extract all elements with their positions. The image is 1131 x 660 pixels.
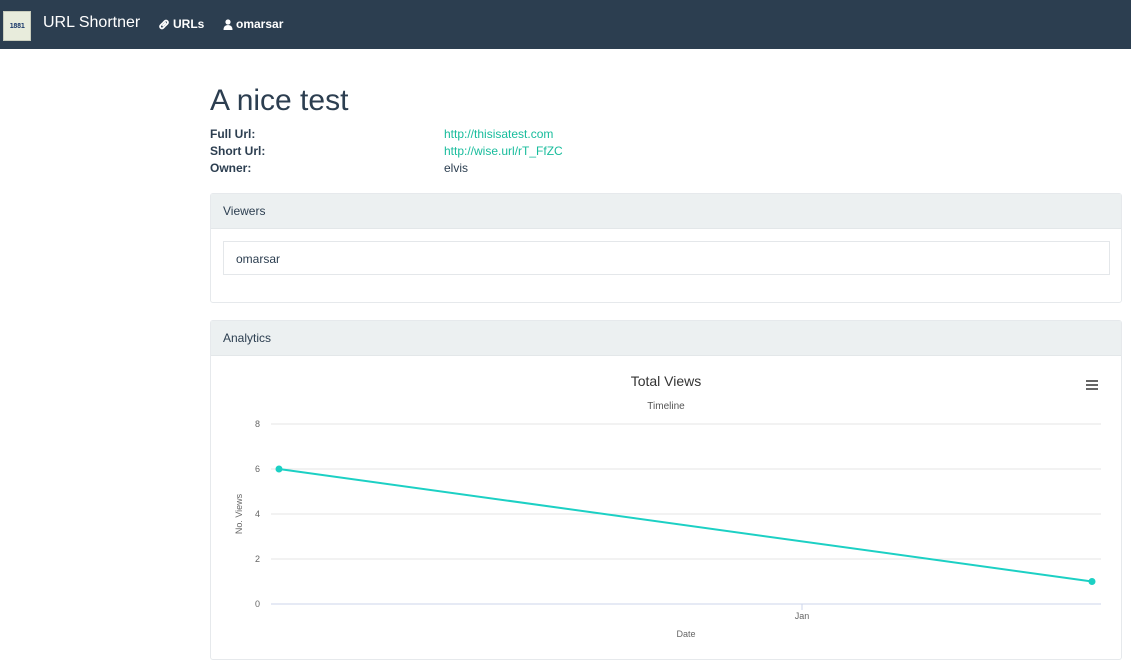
analytics-panel-heading: Analytics bbox=[211, 321, 1121, 356]
navbar: 1881 URL Shortner URLs omarsar bbox=[0, 0, 1131, 49]
viewers-panel: Viewers omarsar bbox=[210, 193, 1122, 303]
brand-logo-text: 1881 bbox=[9, 22, 25, 30]
menu-icon-bar bbox=[1086, 384, 1098, 386]
y-tick-label: 2 bbox=[255, 554, 260, 564]
y-tick-label: 4 bbox=[255, 509, 260, 519]
series-line bbox=[278, 468, 1093, 583]
menu-icon-bar bbox=[1086, 388, 1098, 390]
nav-user-link[interactable]: omarsar bbox=[223, 17, 283, 31]
nav-user-label: omarsar bbox=[236, 17, 284, 31]
page-title: A nice test bbox=[210, 84, 349, 117]
user-icon bbox=[223, 18, 233, 30]
full-url-link[interactable]: http://thisisatest.com bbox=[444, 127, 553, 141]
y-tick-label: 8 bbox=[255, 419, 260, 429]
x-axis-label: Date bbox=[676, 629, 695, 639]
chart-subtitle: Timeline bbox=[647, 401, 685, 412]
data-point bbox=[275, 465, 283, 473]
y-axis-label: No. Views bbox=[234, 493, 244, 534]
menu-icon-bar bbox=[1086, 380, 1098, 382]
chart-title: Total Views bbox=[631, 373, 702, 389]
analytics-panel: Analytics Total Views Timeline 0 2 4 6 8 Jan … bbox=[210, 320, 1122, 660]
brand-name-link[interactable]: URL Shortner bbox=[43, 14, 140, 32]
y-tick-label: 6 bbox=[255, 464, 260, 474]
short-url-link[interactable]: http://wise.url/rT_FfZC bbox=[444, 144, 563, 158]
y-tick-label: 0 bbox=[255, 599, 260, 609]
short-url-label: Short Url: bbox=[210, 144, 266, 158]
total-views-chart: Total Views Timeline 02468Jan No. Views … bbox=[234, 373, 1101, 639]
brand-logo[interactable]: 1881 bbox=[3, 11, 31, 41]
nav-urls-link[interactable]: URLs bbox=[158, 17, 204, 31]
data-point bbox=[1088, 578, 1096, 585]
viewers-panel-heading: Viewers bbox=[211, 194, 1121, 229]
nav-urls-label: URLs bbox=[173, 17, 205, 31]
x-tick-label: Jan bbox=[795, 611, 810, 621]
owner-label: Owner: bbox=[210, 161, 252, 175]
chart-menu-button[interactable] bbox=[1083, 378, 1099, 392]
owner-value: elvis bbox=[444, 161, 469, 175]
full-url-label: Full Url: bbox=[210, 127, 256, 141]
viewer-list-item[interactable]: omarsar bbox=[223, 241, 1110, 275]
link-icon bbox=[159, 19, 169, 29]
